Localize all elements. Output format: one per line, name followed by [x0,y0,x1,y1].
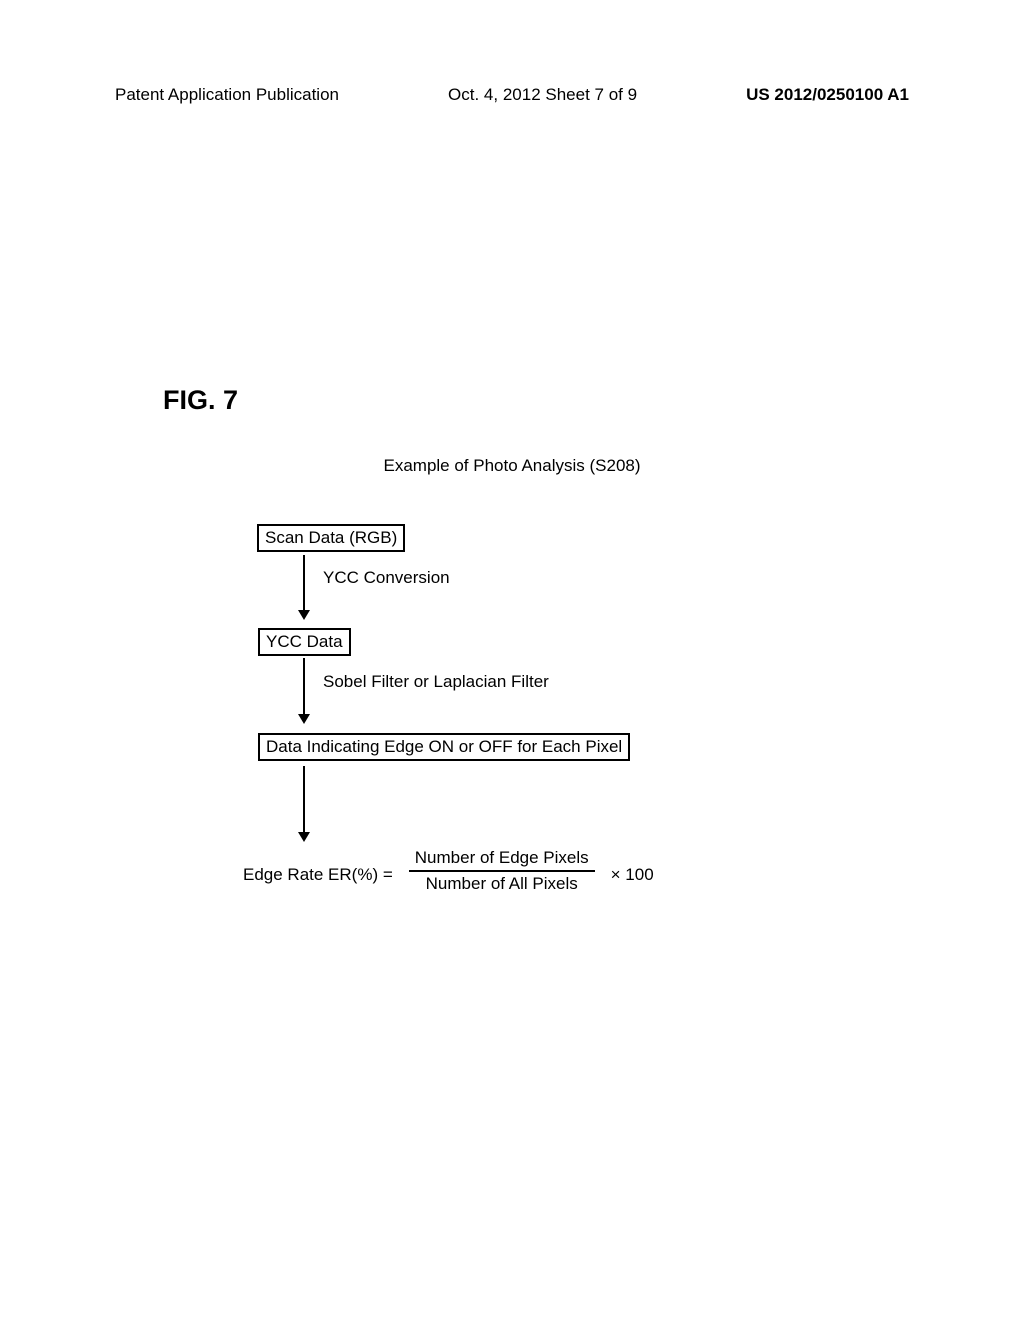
header-right: US 2012/0250100 A1 [746,85,909,105]
edge-rate-formula: Edge Rate ER(%) = Number of Edge Pixels … [243,848,654,894]
formula-left: Edge Rate ER(%) = [243,857,393,885]
header-center: Oct. 4, 2012 Sheet 7 of 9 [448,85,637,105]
header: Patent Application Publication Oct. 4, 2… [115,85,909,105]
figure-label: FIG. 7 [163,385,238,416]
formula-denominator: Number of All Pixels [420,872,584,894]
formula-multiplier: × 100 [611,857,654,885]
diagram-title: Example of Photo Analysis (S208) [383,456,640,476]
arrow-label-filter: Sobel Filter or Laplacian Filter [323,672,549,692]
header-left: Patent Application Publication [115,85,339,105]
arrow-label-ycc: YCC Conversion [323,568,450,588]
box-ycc-data: YCC Data [258,628,351,656]
formula-fraction: Number of Edge Pixels Number of All Pixe… [409,848,595,894]
box-scan-data: Scan Data (RGB) [257,524,405,552]
formula-numerator: Number of Edge Pixels [409,848,595,872]
box-edge-data: Data Indicating Edge ON or OFF for Each … [258,733,630,761]
